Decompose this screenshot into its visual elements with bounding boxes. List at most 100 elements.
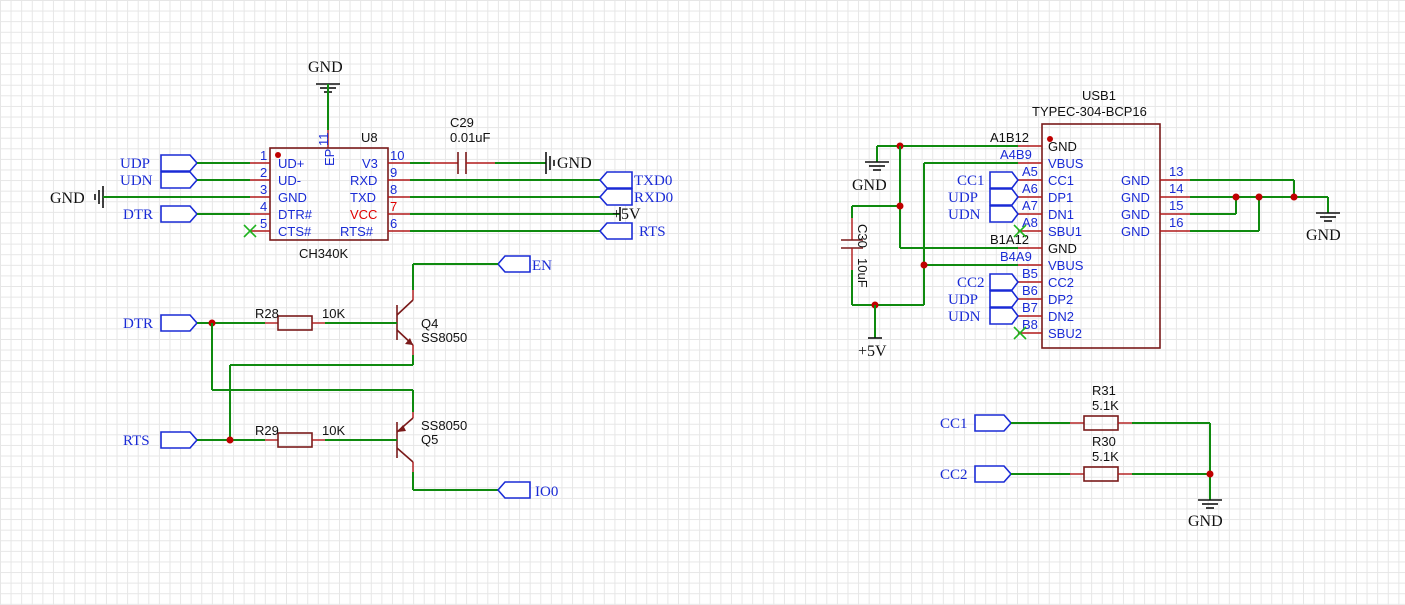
svg-text:CC1: CC1 bbox=[957, 173, 985, 189]
svg-text:VBUS: VBUS bbox=[1048, 156, 1084, 171]
svg-text:16: 16 bbox=[1169, 215, 1183, 230]
svg-text:5.1K: 5.1K bbox=[1092, 449, 1119, 464]
svg-text:15: 15 bbox=[1169, 198, 1183, 213]
svg-text:EN: EN bbox=[532, 258, 552, 274]
svg-text:CC2: CC2 bbox=[940, 467, 968, 483]
usb-cc2-port[interactable] bbox=[989, 273, 1019, 291]
svg-text:A1B12: A1B12 bbox=[990, 130, 1029, 145]
svg-text:USB1: USB1 bbox=[1082, 88, 1116, 103]
svg-text:GND: GND bbox=[557, 155, 592, 172]
svg-text:2: 2 bbox=[260, 165, 267, 180]
svg-text:R30: R30 bbox=[1092, 434, 1116, 449]
svg-text:DTR: DTR bbox=[123, 316, 153, 332]
txd0-port[interactable] bbox=[598, 171, 633, 189]
svg-text:TXD0: TXD0 bbox=[634, 173, 672, 189]
svg-text:8: 8 bbox=[390, 182, 397, 197]
svg-text:RTS#: RTS# bbox=[340, 224, 374, 239]
svg-text:DN2: DN2 bbox=[1048, 309, 1074, 324]
svg-text:A5: A5 bbox=[1022, 164, 1038, 179]
svg-text:UDN: UDN bbox=[948, 309, 981, 325]
cc2-port[interactable] bbox=[974, 465, 1013, 483]
svg-text:Q4: Q4 bbox=[421, 316, 438, 331]
svg-text:A6: A6 bbox=[1022, 181, 1038, 196]
rts-port-top[interactable] bbox=[598, 222, 633, 240]
svg-text:IO0: IO0 bbox=[535, 484, 558, 500]
svg-text:0.01uF: 0.01uF bbox=[450, 130, 491, 145]
udn-net-label: UDN bbox=[120, 173, 153, 189]
svg-text:SBU1: SBU1 bbox=[1048, 224, 1082, 239]
svg-text:CTS#: CTS# bbox=[278, 224, 312, 239]
schematic-svg: GND U8 CH340K 11 EP 1 2 3 4 5 UD+ UD- GN… bbox=[50, 59, 1341, 530]
svg-text:GND: GND bbox=[1121, 190, 1150, 205]
svg-text:VCC: VCC bbox=[350, 207, 377, 222]
svg-text:GND: GND bbox=[1048, 139, 1077, 154]
svg-text:7: 7 bbox=[390, 199, 397, 214]
svg-text:B5: B5 bbox=[1022, 266, 1038, 281]
svg-text:GND: GND bbox=[1121, 224, 1150, 239]
svg-text:SS8050: SS8050 bbox=[421, 418, 467, 433]
svg-text:5: 5 bbox=[260, 216, 267, 231]
usb-cc1-port[interactable] bbox=[989, 171, 1019, 189]
svg-text:A8: A8 bbox=[1022, 215, 1038, 230]
rts-port-bottom[interactable] bbox=[160, 431, 199, 449]
svg-text:C29: C29 bbox=[450, 115, 474, 130]
svg-text:R31: R31 bbox=[1092, 383, 1116, 398]
svg-text:Q5: Q5 bbox=[421, 432, 438, 447]
svg-text:RXD0: RXD0 bbox=[634, 190, 673, 206]
svg-text:GND: GND bbox=[1048, 241, 1077, 256]
svg-text:RTS: RTS bbox=[639, 224, 666, 240]
r28-resistor[interactable] bbox=[277, 315, 313, 331]
usb-udp-port[interactable] bbox=[989, 188, 1019, 206]
cc1-port[interactable] bbox=[974, 414, 1013, 432]
rxd0-port[interactable] bbox=[598, 188, 633, 206]
io0-port[interactable] bbox=[496, 481, 531, 499]
q4-transistor[interactable] bbox=[396, 290, 414, 355]
en-port[interactable] bbox=[496, 255, 531, 273]
u8-left-pins: 1 2 3 4 5 UD+ UD- GND DTR# CTS# bbox=[250, 148, 313, 239]
svg-text:GND: GND bbox=[852, 177, 887, 194]
svg-text:CC1: CC1 bbox=[1048, 173, 1074, 188]
svg-text:UDN: UDN bbox=[948, 207, 981, 223]
gnd-label: GND bbox=[308, 59, 343, 76]
svg-text:10uF: 10uF bbox=[855, 258, 870, 288]
usb-udp2-port[interactable] bbox=[989, 290, 1019, 308]
svg-text:R28: R28 bbox=[255, 306, 279, 321]
svg-text:CC1: CC1 bbox=[940, 416, 968, 432]
dtr-port-bottom[interactable] bbox=[160, 314, 199, 332]
svg-text:TYPEC-304-BCP16: TYPEC-304-BCP16 bbox=[1032, 104, 1147, 119]
u8-ep-pin: 11 bbox=[316, 133, 331, 147]
svg-text:TXD: TXD bbox=[350, 190, 376, 205]
usb-udn2-port[interactable] bbox=[989, 307, 1019, 325]
svg-text:R29: R29 bbox=[255, 423, 279, 438]
svg-text:10: 10 bbox=[390, 148, 404, 163]
svg-text:B4A9: B4A9 bbox=[1000, 249, 1032, 264]
usb-udn-port[interactable] bbox=[989, 205, 1019, 223]
udp-net-label: UDP bbox=[120, 156, 150, 172]
svg-text:UD+: UD+ bbox=[278, 156, 304, 171]
svg-text:4: 4 bbox=[260, 199, 267, 214]
u8-right-pins: 10 9 8 7 6 V3 RXD TXD VCC RTS# bbox=[340, 148, 410, 239]
svg-text:RTS: RTS bbox=[123, 433, 150, 449]
svg-text:GND: GND bbox=[1306, 227, 1341, 244]
udn-port[interactable] bbox=[160, 171, 199, 189]
svg-text:CC2: CC2 bbox=[1048, 275, 1074, 290]
r30-resistor[interactable] bbox=[1083, 466, 1119, 482]
usb-right-pins: 13 14 15 16 GND GND GND GND bbox=[1121, 164, 1190, 239]
svg-text:A7: A7 bbox=[1022, 198, 1038, 213]
svg-text:B7: B7 bbox=[1022, 300, 1038, 315]
svg-text:6: 6 bbox=[390, 216, 397, 231]
svg-text:UDP: UDP bbox=[948, 190, 978, 206]
dtr-port-top[interactable] bbox=[160, 205, 199, 223]
svg-text:CC2: CC2 bbox=[957, 275, 985, 291]
u8-ref: U8 bbox=[361, 130, 378, 145]
svg-text:DN1: DN1 bbox=[1048, 207, 1074, 222]
svg-text:C30: C30 bbox=[855, 224, 870, 248]
svg-text:RXD: RXD bbox=[350, 173, 377, 188]
r29-resistor[interactable] bbox=[277, 432, 313, 448]
udp-port[interactable] bbox=[160, 154, 199, 172]
r31-resistor[interactable] bbox=[1083, 415, 1119, 431]
q5-transistor[interactable] bbox=[396, 412, 414, 472]
schematic-canvas[interactable]: GND U8 CH340K 11 EP 1 2 3 4 5 UD+ UD- GN… bbox=[0, 0, 1405, 605]
svg-text:B8: B8 bbox=[1022, 317, 1038, 332]
svg-text:B6: B6 bbox=[1022, 283, 1038, 298]
